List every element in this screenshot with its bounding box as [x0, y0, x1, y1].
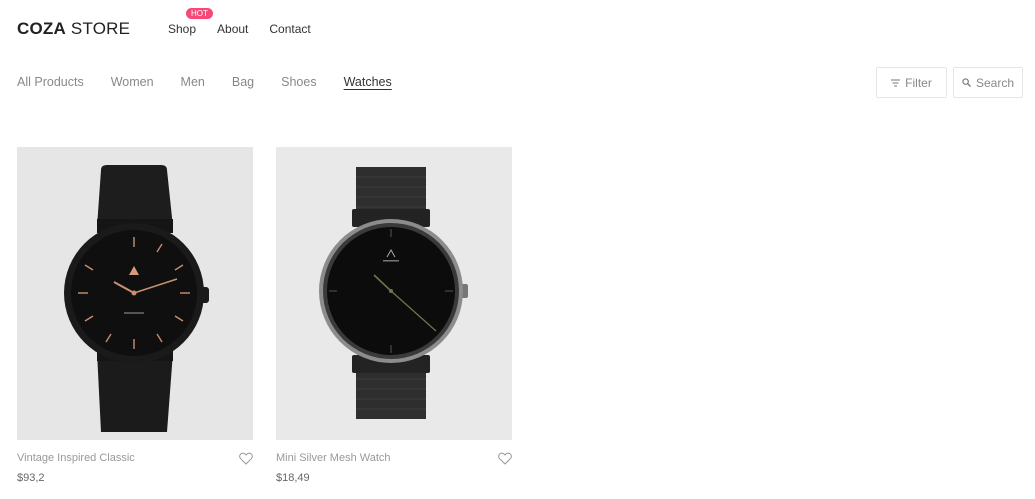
search-button[interactable]: Search: [953, 67, 1023, 98]
main-nav: HOT Shop About Contact: [168, 8, 332, 36]
product-card: Mini Silver Mesh Watch $18,49: [276, 147, 512, 484]
product-price: $93,2: [17, 472, 45, 484]
logo[interactable]: COZA STORE: [17, 19, 130, 39]
filter-button[interactable]: Filter: [876, 67, 947, 98]
filter-label: Filter: [905, 75, 932, 90]
category-bag[interactable]: Bag: [232, 75, 254, 89]
heart-icon[interactable]: [239, 452, 253, 470]
product-price: $18,49: [276, 472, 310, 484]
nav-link-shop[interactable]: HOT Shop: [168, 8, 213, 36]
category-shoes[interactable]: Shoes: [281, 75, 316, 89]
category-watches[interactable]: Watches: [344, 75, 392, 89]
product-image[interactable]: [276, 147, 512, 440]
nav-link-contact[interactable]: Contact: [269, 22, 310, 36]
heart-icon[interactable]: [498, 452, 512, 470]
nav-link-label: About: [217, 22, 249, 36]
hot-badge: HOT: [186, 8, 213, 19]
logo-bold-text: COZA: [17, 19, 66, 38]
search-icon: [962, 78, 971, 87]
product-card: Vintage Inspired Classic $93,2: [17, 147, 253, 484]
category-women[interactable]: Women: [111, 75, 154, 89]
product-name[interactable]: Mini Silver Mesh Watch: [276, 452, 391, 464]
filter-icon: [891, 78, 901, 87]
nav-link-about[interactable]: About: [217, 22, 248, 36]
category-nav: All Products Women Men Bag Shoes Watches: [17, 75, 419, 89]
category-men[interactable]: Men: [181, 75, 205, 89]
logo-light-text: STORE: [70, 19, 131, 38]
product-name[interactable]: Vintage Inspired Classic: [17, 452, 135, 464]
product-image[interactable]: [17, 147, 253, 440]
nav-link-label: Contact: [269, 22, 311, 36]
category-all-products[interactable]: All Products: [17, 75, 84, 89]
nav-link-label: Shop: [168, 22, 197, 36]
search-label: Search: [975, 75, 1015, 90]
